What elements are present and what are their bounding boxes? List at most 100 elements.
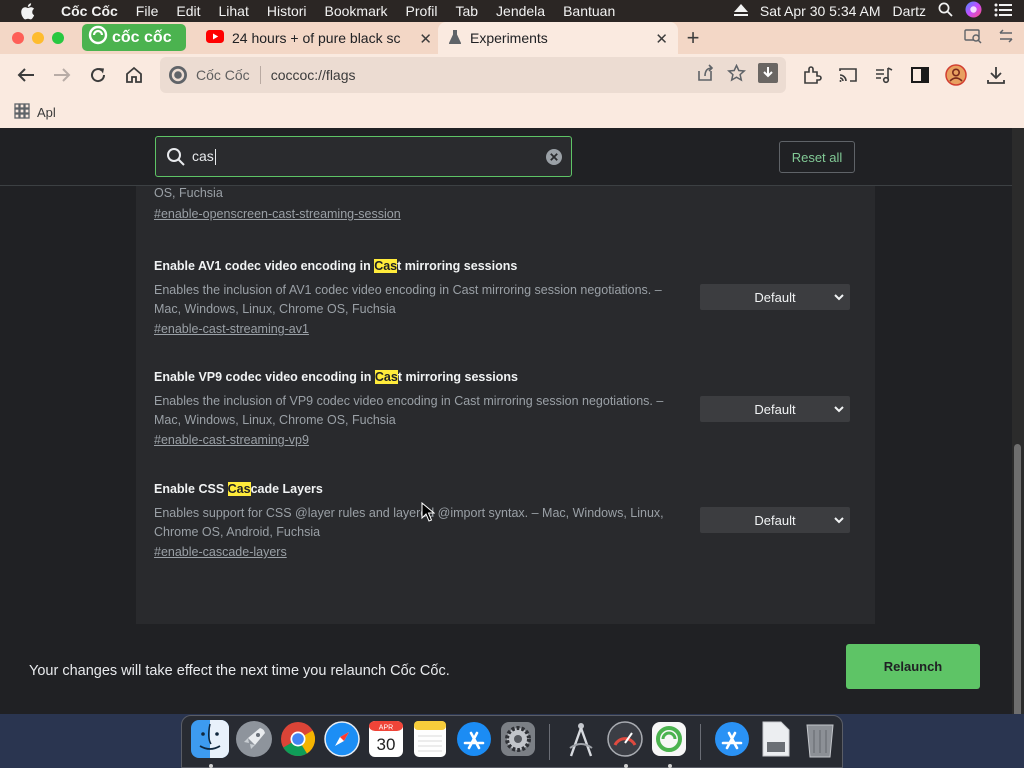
chrome-icon [280,721,316,762]
forward-icon[interactable] [50,63,74,87]
siri-icon[interactable] [965,1,982,21]
menu-clock[interactable]: Sat Apr 30 5:34 AM [760,3,881,19]
flag-description: Enables the inclusion of VP9 codec video… [154,394,664,427]
coccoc-icon [651,721,687,762]
search-icon [166,147,186,167]
dock-document[interactable] [757,720,796,763]
dock-xcode-instruments[interactable] [562,722,601,762]
flag-title: Enable CSS Cascade Layers [154,482,323,496]
share-icon[interactable] [695,64,715,85]
dock-applications-folder[interactable] [713,722,752,762]
flag-link[interactable]: #enable-cast-streaming-vp9 [154,433,309,447]
dock-finder[interactable] [191,720,230,768]
profile-avatar-icon[interactable] [944,63,968,87]
dock-trash[interactable] [801,722,840,762]
flag-link[interactable]: #enable-cast-streaming-av1 [154,322,309,336]
flags-list: OS, Fuchsia #enable-openscreen-cast-stre… [136,186,875,626]
home-icon[interactable] [122,63,146,87]
eject-icon[interactable] [733,3,748,19]
flask-icon [448,29,462,48]
downloads-icon[interactable] [984,63,1008,87]
dock-calendar[interactable]: APR 30 [367,721,406,762]
close-tab-icon[interactable]: ✕ [419,30,432,48]
tab-experiments[interactable]: Experiments ✕ [438,22,678,54]
toolbar: Cốc Cốc coccoc://flags [0,54,1024,96]
menu-view[interactable]: Lihat [209,0,257,22]
cast-icon[interactable] [836,63,860,87]
flag-state-select[interactable]: Default [700,507,850,533]
close-window-button[interactable] [12,32,24,44]
tab-title: 24 hours + of pure black sc [232,30,401,46]
dock-disk-utility[interactable] [606,721,645,768]
flag-state-value: Default [754,289,796,305]
chevron-down-icon [834,403,844,415]
media-control-icon[interactable] [872,63,896,87]
gauge-icon [607,721,643,762]
gear-icon [500,721,536,762]
dock-system-preferences[interactable] [499,722,538,762]
side-panel-icon[interactable] [908,63,932,87]
reload-icon[interactable] [86,63,110,87]
dock-safari[interactable] [323,721,362,762]
reset-all-button[interactable]: Reset all [779,141,855,173]
minimize-window-button[interactable] [32,32,44,44]
relaunch-button[interactable]: Relaunch [846,644,980,689]
search-highlight: Cas [374,259,398,273]
safari-compass-icon [324,721,360,762]
app-store-folder-icon [714,721,750,762]
bookmark-apps[interactable]: Apl [14,102,56,122]
flag-state-select[interactable]: Default [700,284,850,310]
coccoc-home-tab[interactable]: cốc cốc [82,24,186,51]
youtube-icon [206,30,224,46]
site-info-icon[interactable] [168,65,188,85]
control-center-icon[interactable] [994,3,1012,20]
close-tab-icon[interactable]: ✕ [655,30,668,48]
flag-state-select[interactable]: Default [700,396,850,422]
download-video-icon[interactable] [758,63,778,86]
tab-title: Experiments [470,30,548,46]
search-input[interactable]: cas [155,136,572,177]
apps-grid-icon [14,102,30,122]
address-bar[interactable]: Cốc Cốc coccoc://flags [160,57,786,93]
zoom-window-button[interactable] [52,32,64,44]
bookmark-star-icon[interactable] [726,63,747,85]
dock-chrome[interactable] [279,722,318,762]
document-icon [761,720,791,763]
finder-icon [191,720,229,763]
dock-app-store[interactable] [455,722,494,762]
new-tab-button[interactable]: + [682,26,704,50]
page-scrollbar[interactable] [1012,128,1024,714]
search-tabs-icon[interactable] [964,28,982,49]
menu-history[interactable]: Histori [258,0,316,22]
sidebar-toggle-icon[interactable] [998,28,1014,49]
scrollbar-thumb[interactable] [1014,444,1021,714]
back-icon[interactable] [14,63,38,87]
app-store-icon [456,721,492,762]
site-name: Cốc Cốc [196,67,250,83]
menu-user[interactable]: Dartz [893,3,926,19]
tab-youtube[interactable]: 24 hours + of pure black sc ✕ [196,22,436,54]
flag-link[interactable]: #enable-cascade-layers [154,545,287,559]
menu-tab[interactable]: Tab [446,0,487,22]
coccoc-logo-icon [88,25,108,50]
menu-app-name[interactable]: Cốc Cốc [52,0,127,22]
chevron-down-icon [834,514,844,526]
menu-bookmark[interactable]: Bookmark [316,0,397,22]
flag-description: OS, Fuchsia [154,186,223,200]
dock-notes[interactable] [411,721,450,762]
dock-launchpad[interactable] [235,720,274,763]
spotlight-icon[interactable] [938,2,953,20]
url-text[interactable]: coccoc://flags [271,67,356,83]
window-controls [12,32,64,44]
flag-link[interactable]: #enable-openscreen-cast-streaming-sessio… [154,207,401,221]
menu-profile[interactable]: Profil [397,0,447,22]
extensions-icon[interactable] [800,63,824,87]
menu-file[interactable]: File [127,0,168,22]
apple-icon[interactable] [20,2,36,20]
menu-edit[interactable]: Edit [167,0,209,22]
menu-window[interactable]: Jendela [487,0,554,22]
menu-help[interactable]: Bantuan [554,0,624,22]
dock-coccoc[interactable] [650,721,689,768]
clear-search-icon[interactable] [545,148,563,166]
launchpad-rocket-icon [235,720,273,763]
